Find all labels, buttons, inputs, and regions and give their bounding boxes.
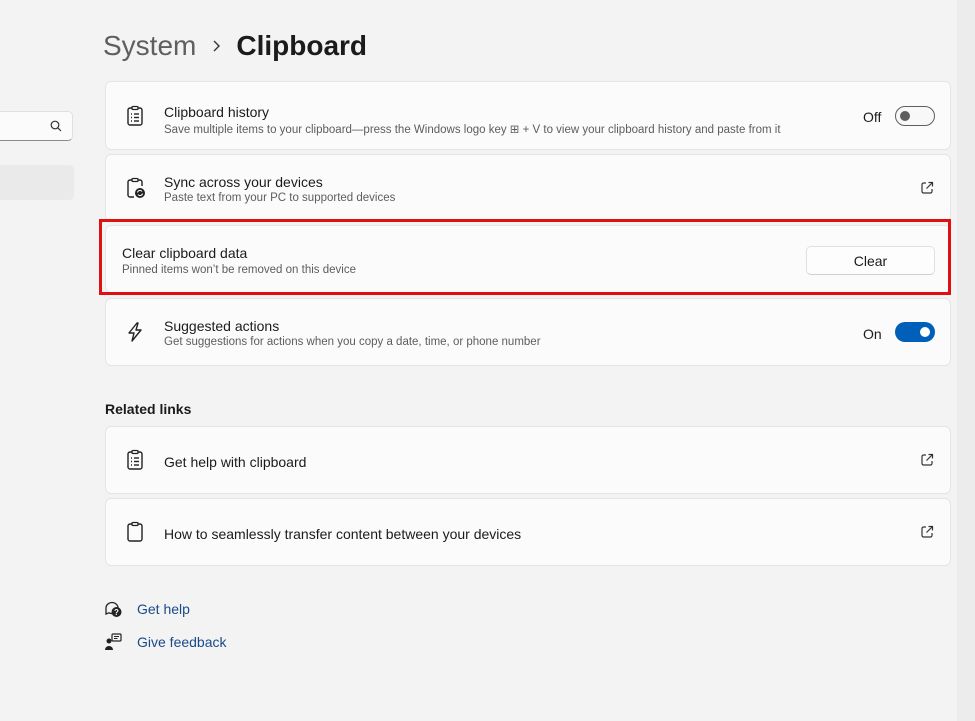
clipboard-list-icon <box>127 105 143 126</box>
nav-selected-item[interactable] <box>0 165 74 200</box>
suggested-actions-description: Get suggestions for actions when you cop… <box>164 336 541 348</box>
suggested-actions-toggle[interactable] <box>895 322 935 342</box>
window-edge <box>957 0 975 721</box>
sync-devices-card[interactable]: Sync across your devices Paste text from… <box>105 154 951 222</box>
page-title: Clipboard <box>236 30 368 61</box>
chevron-right-icon <box>212 39 222 53</box>
related-links-heading: Related links <box>105 401 192 417</box>
related-link-label: How to seamlessly transfer content betwe… <box>164 526 522 542</box>
give-feedback-label: Give feedback <box>137 634 227 650</box>
lightning-icon <box>128 322 142 342</box>
clipboard-history-toggle[interactable] <box>895 106 935 126</box>
clipboard-icon <box>127 521 143 542</box>
clipboard-history-card: Clipboard history Save multiple items to… <box>105 81 951 150</box>
clipboard-history-toggle-label: Off <box>863 109 882 125</box>
give-feedback-link[interactable]: Give feedback <box>104 633 227 651</box>
help-chat-icon: ? <box>105 601 122 617</box>
clipboard-history-title: Clipboard history <box>164 104 270 120</box>
clear-clipboard-description: Pinned items won’t be removed on this de… <box>122 264 356 276</box>
feedback-icon <box>105 633 122 650</box>
suggested-actions-card: Suggested actions Get suggestions for ac… <box>105 298 951 366</box>
breadcrumb-parent[interactable]: System <box>103 30 196 62</box>
svg-text:?: ? <box>114 608 119 617</box>
get-help-link[interactable]: ? Get help <box>104 600 190 618</box>
related-link-label: Get help with clipboard <box>164 454 307 470</box>
clipboard-list-icon <box>127 449 143 470</box>
related-link-help-clipboard[interactable]: Get help with clipboard <box>105 426 951 494</box>
clipboard-sync-icon <box>127 177 145 198</box>
clear-clipboard-title: Clear clipboard data <box>122 245 248 261</box>
breadcrumb: System Clipboard <box>103 26 367 66</box>
clear-button[interactable]: Clear <box>806 246 935 275</box>
open-external-icon <box>921 181 934 194</box>
open-external-icon <box>921 453 934 466</box>
clipboard-history-description: Save multiple items to your clipboard—pr… <box>164 124 781 136</box>
sync-devices-title: Sync across your devices <box>164 174 323 190</box>
related-link-transfer-content[interactable]: How to seamlessly transfer content betwe… <box>105 498 951 566</box>
search-input[interactable] <box>0 111 73 141</box>
suggested-actions-title: Suggested actions <box>164 318 280 334</box>
search-icon <box>50 120 62 132</box>
get-help-label: Get help <box>137 601 190 617</box>
suggested-actions-toggle-label: On <box>863 326 882 342</box>
open-external-icon <box>921 525 934 538</box>
sync-devices-description: Paste text from your PC to supported dev… <box>164 192 396 204</box>
